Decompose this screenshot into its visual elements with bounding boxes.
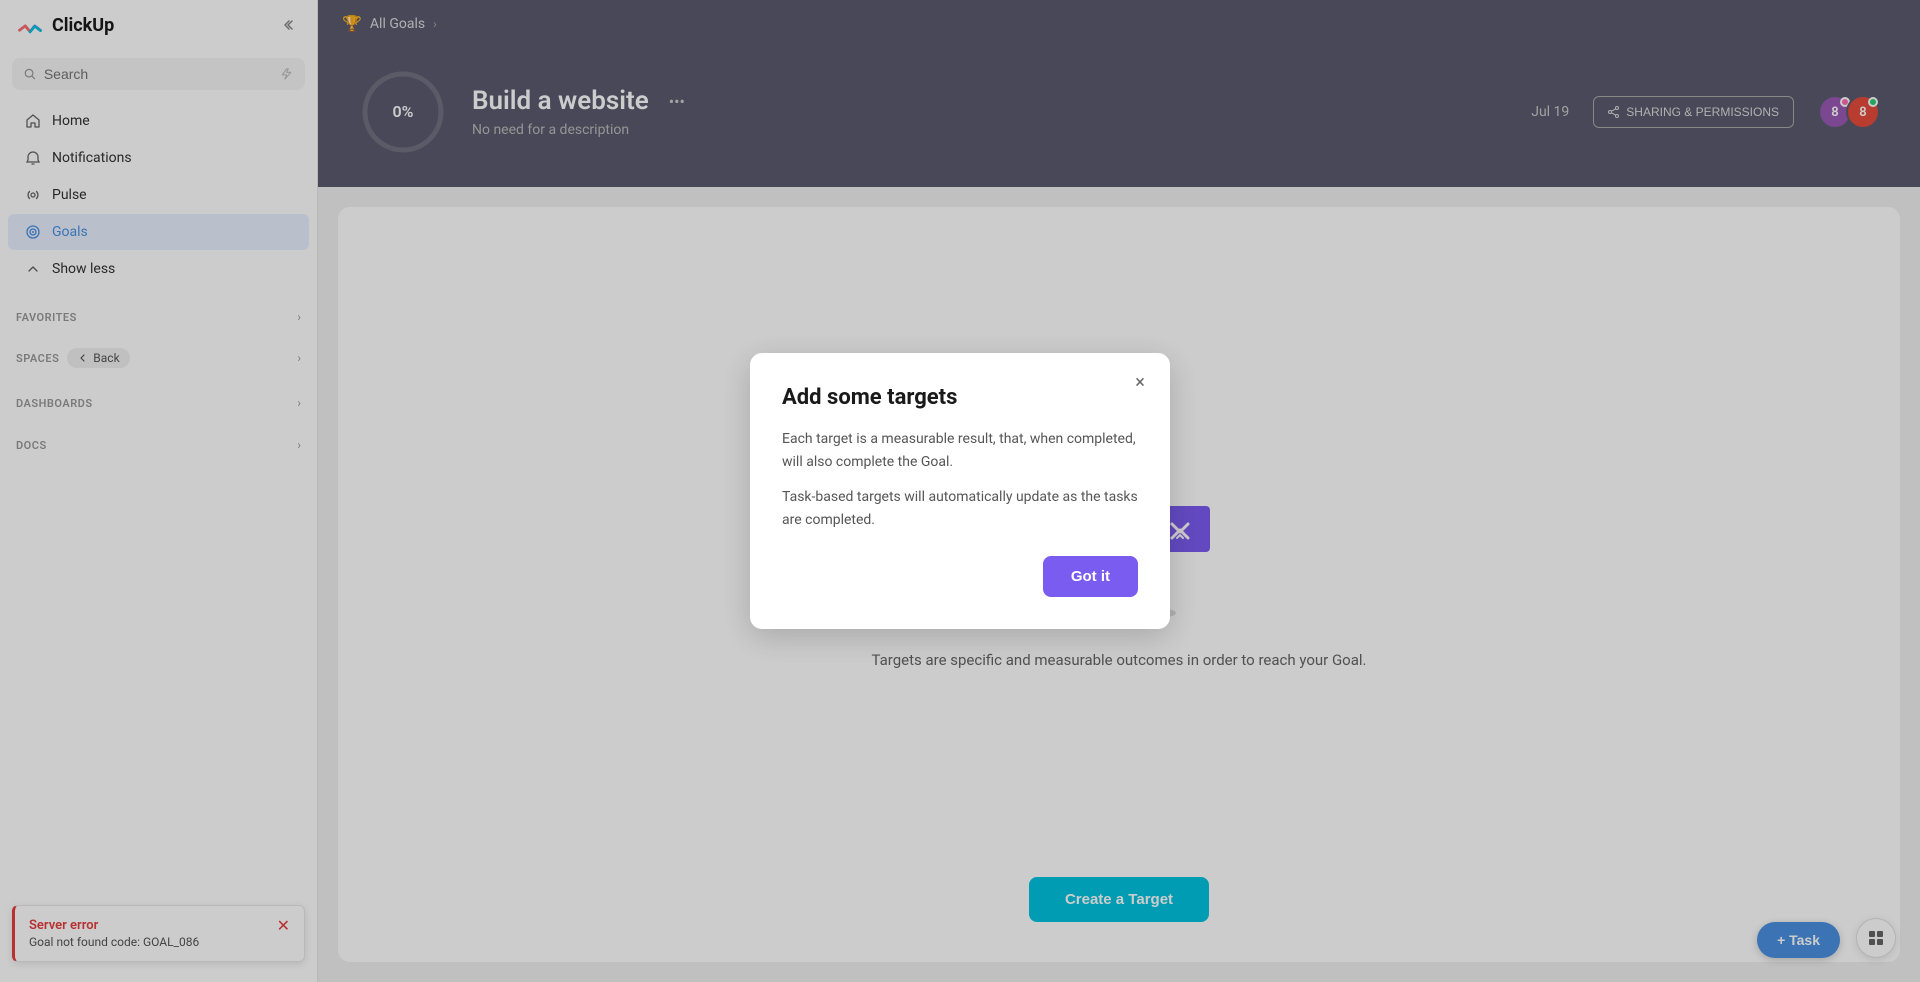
got-it-button[interactable]: Got it xyxy=(1043,556,1138,597)
modal-close-button[interactable]: × xyxy=(1126,369,1154,397)
modal-body-1: Each target is a measurable result, that… xyxy=(782,428,1138,474)
modal-title: Add some targets xyxy=(782,385,1138,410)
modal-footer: Got it xyxy=(782,556,1138,597)
modal-overlay[interactable]: × Add some targets Each target is a meas… xyxy=(0,0,1920,982)
add-targets-modal: × Add some targets Each target is a meas… xyxy=(750,353,1170,629)
modal-body-2: Task-based targets will automatically up… xyxy=(782,486,1138,532)
